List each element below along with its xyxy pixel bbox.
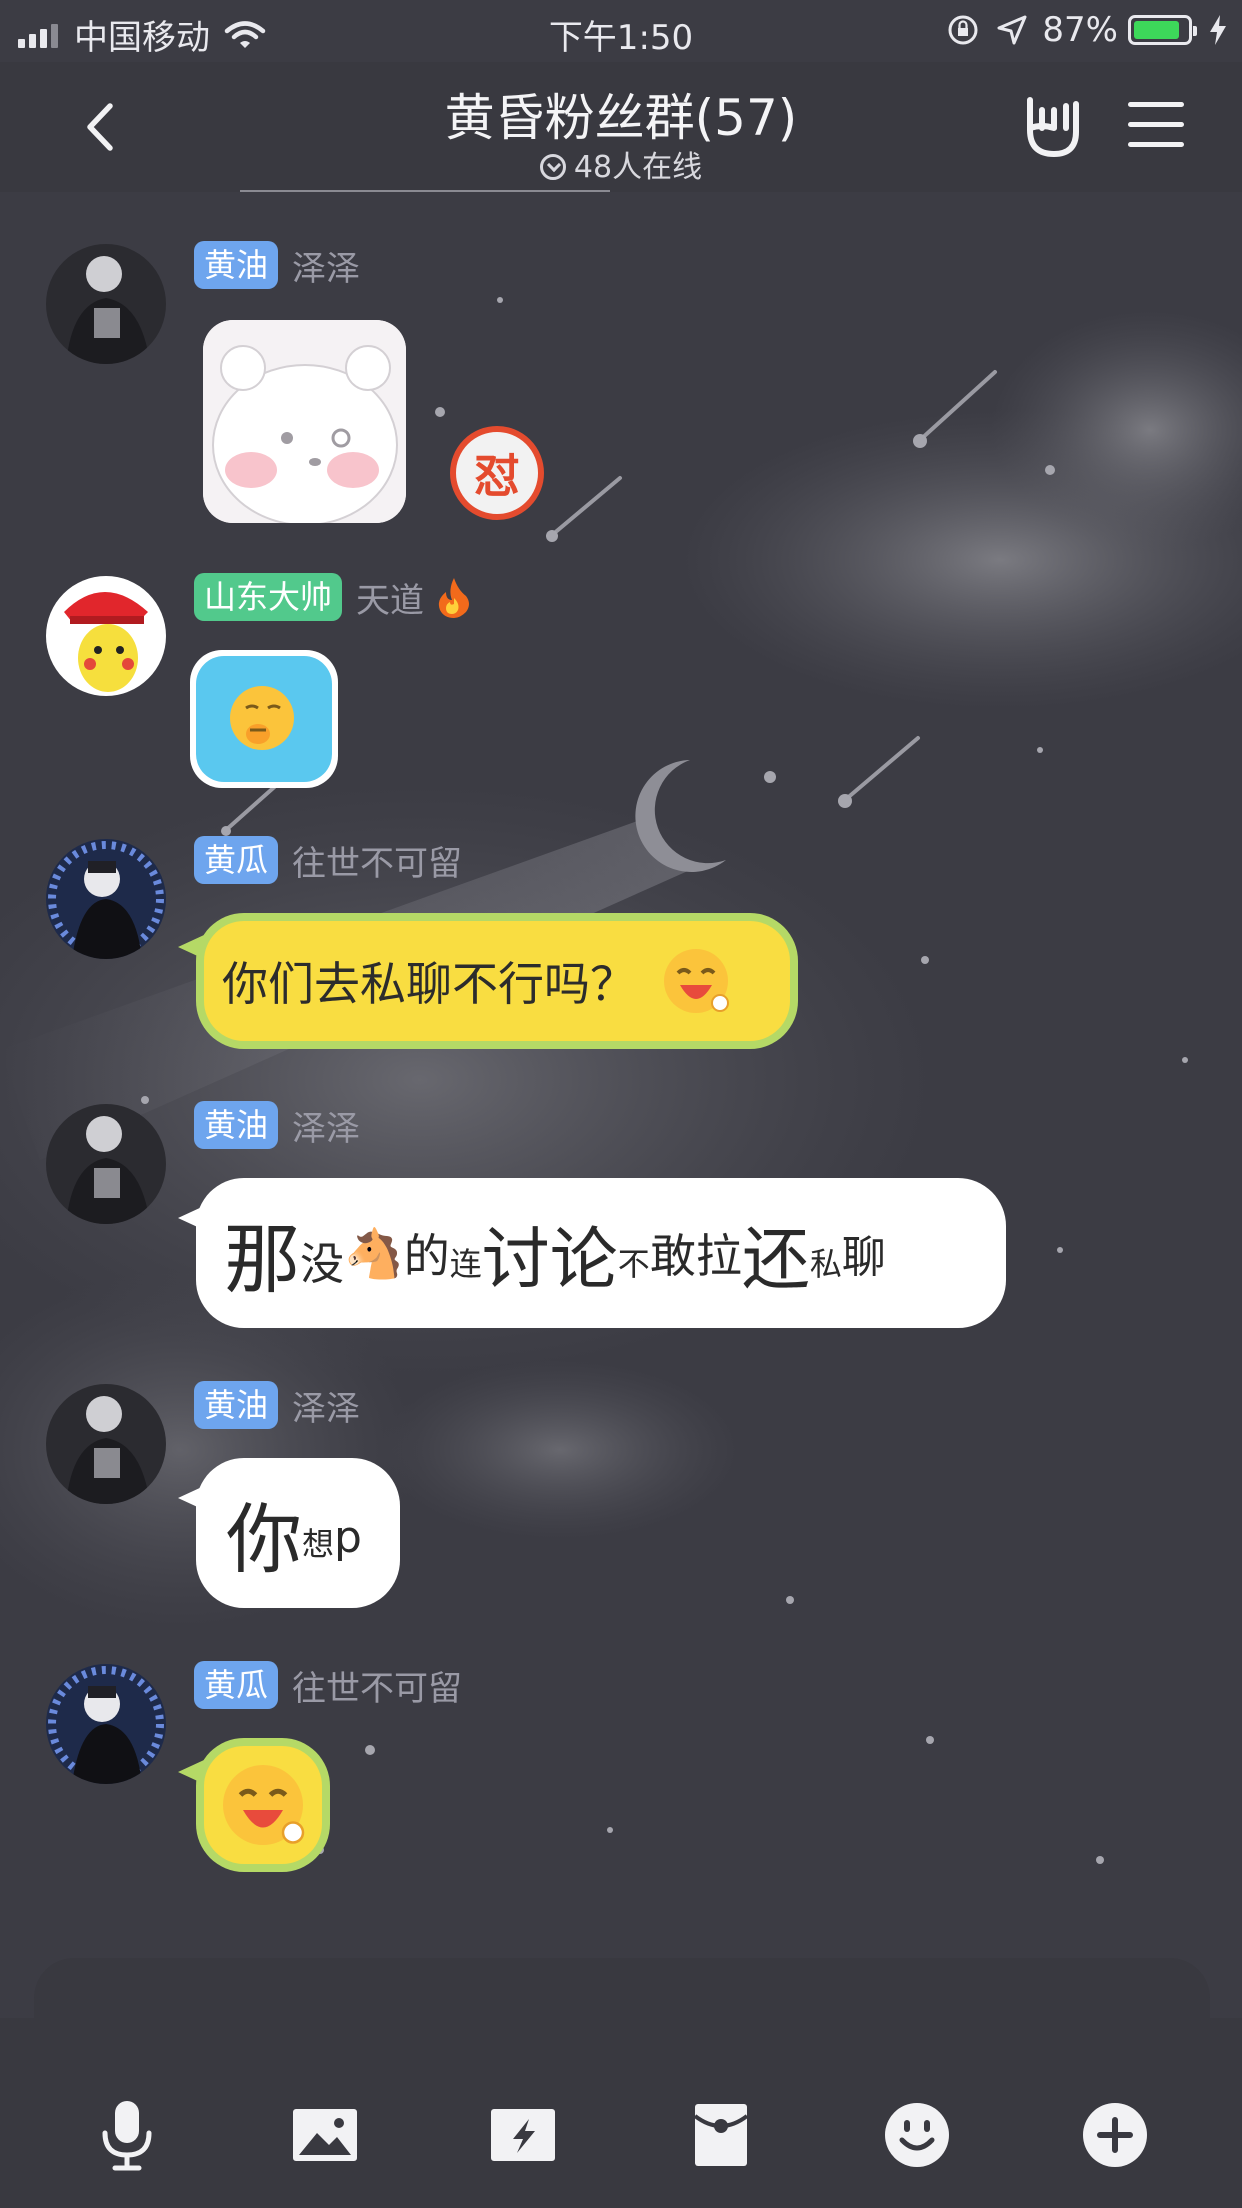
- message-text-segment: p: [334, 1511, 362, 1563]
- microphone-icon: [102, 2101, 152, 2171]
- emoji-sticker-message[interactable]: [190, 650, 338, 788]
- avatar-image: [46, 1384, 166, 1504]
- horse-emoji: 🐴: [344, 1225, 404, 1282]
- message-text-segment: 讨论: [481, 1220, 618, 1300]
- message-text-segment: 你: [226, 1495, 302, 1584]
- message-text-segment: 敢拉: [649, 1229, 742, 1283]
- avatar-image: [46, 244, 166, 364]
- avatar[interactable]: [46, 839, 166, 959]
- battery-icon: [1128, 15, 1197, 45]
- member-title-badge: 黄油: [194, 1381, 279, 1429]
- sender-name[interactable]: 天道: [356, 573, 424, 622]
- sender-name[interactable]: 往世不可留: [292, 836, 462, 885]
- member-title-badge: 黄瓜: [194, 836, 279, 884]
- reaction-badge[interactable]: 怼: [450, 426, 544, 520]
- sticker-message[interactable]: [203, 320, 406, 523]
- avatar-image: [46, 1664, 166, 1784]
- avatar[interactable]: [46, 1104, 166, 1224]
- text-bubble[interactable]: 你 想 p: [178, 1458, 400, 1608]
- online-count-label: 48人在线: [573, 150, 703, 185]
- avatar[interactable]: [46, 576, 166, 696]
- red-packet-icon: [693, 2104, 749, 2166]
- nav-bar: 黄昏粉丝群(57) 48人在线: [0, 62, 1242, 192]
- message-text-segment: 没: [300, 1239, 344, 1290]
- message-text-segment: 私: [809, 1245, 842, 1283]
- divider: [240, 190, 610, 192]
- member-title-badge: 黄油: [194, 1101, 279, 1149]
- member-title-badge: 黄瓜: [194, 1661, 279, 1709]
- message-text-segment: 想: [302, 1525, 335, 1563]
- message-text: 你们去私聊不行吗？: [222, 957, 636, 1011]
- message-row: 黄瓜 往世不可留: [0, 1660, 1242, 1890]
- message-text-segment: 不: [617, 1245, 650, 1283]
- message-text-segment: 那: [224, 1215, 300, 1304]
- photo-button[interactable]: [290, 2100, 360, 2170]
- avatar[interactable]: [46, 244, 166, 364]
- laughing-face-icon: [223, 1765, 305, 1845]
- laughing-face-icon: [664, 949, 729, 1013]
- plus-icon: [1083, 2103, 1147, 2167]
- more-button[interactable]: [1080, 2100, 1150, 2170]
- member-title-badge: 黄油: [194, 241, 279, 289]
- avatar-image: [46, 839, 166, 959]
- message-row: 黄油 泽泽 你 想 p: [0, 1380, 1242, 1620]
- sticker-bubble-themed[interactable]: [178, 1738, 330, 1872]
- avatar-image: [46, 1104, 166, 1224]
- flash-photo-button[interactable]: [488, 2100, 558, 2170]
- sender-name[interactable]: 泽泽: [292, 241, 360, 290]
- bubble-tail: [178, 1760, 204, 1784]
- sender-name[interactable]: 泽泽: [292, 1101, 360, 1150]
- message-text-segment: 连: [449, 1245, 482, 1283]
- emoji-button[interactable]: [882, 2100, 952, 2170]
- orientation-lock-icon: [948, 15, 978, 45]
- reaction-label: 怼: [474, 449, 520, 503]
- text-bubble[interactable]: 那 没 🐴 的 连 讨论 不 敢拉 还 私 聊: [178, 1178, 1006, 1328]
- image-icon: [293, 2109, 357, 2161]
- message-text-segment: 聊: [841, 1232, 886, 1283]
- rock-hand-icon[interactable]: [1020, 92, 1084, 162]
- menu-button[interactable]: [1128, 102, 1184, 152]
- red-packet-button[interactable]: [686, 2100, 756, 2170]
- bottom-toolbar: [0, 2018, 1242, 2208]
- avatar[interactable]: [46, 1384, 166, 1504]
- bubble-tail: [178, 935, 204, 959]
- location-icon: [997, 15, 1027, 45]
- message-row: 黄油 泽泽 那 没 🐴 的 连 讨论 不 敢拉 还 私 聊: [0, 1100, 1242, 1340]
- message-text-segment: 还: [741, 1220, 810, 1300]
- bubble-inner: [204, 1746, 322, 1864]
- fire-icon: [438, 578, 470, 618]
- sender-name[interactable]: 泽泽: [292, 1381, 360, 1430]
- bear-sticker-image: [203, 320, 406, 523]
- thinking-face-sticker: [196, 656, 332, 782]
- status-bar: 中国移动 下午1:50 87%: [0, 0, 1242, 62]
- message-row: 黄瓜 往世不可留 你们去私聊不行吗？: [0, 835, 1242, 1055]
- sender-name[interactable]: 往世不可留: [292, 1661, 462, 1710]
- member-title-badge: 山东大帅: [194, 573, 343, 621]
- message-row: 山东大帅 天道: [0, 572, 1242, 792]
- message-row: 黄油 泽泽 怼: [0, 240, 1242, 540]
- avatar[interactable]: [46, 1664, 166, 1784]
- text-bubble-themed[interactable]: 你们去私聊不行吗？: [178, 913, 798, 1049]
- battery-percent: 87%: [1042, 10, 1118, 50]
- pikachu-avatar-image: [46, 576, 166, 696]
- emoji-icon: [885, 2103, 949, 2167]
- chevron-down-icon: [539, 154, 566, 180]
- voice-button[interactable]: [92, 2100, 162, 2171]
- charging-icon: [1210, 15, 1226, 45]
- flash-photo-icon: [491, 2109, 555, 2161]
- message-text-segment: 的: [403, 1229, 450, 1283]
- bubble-inner: 你们去私聊不行吗？: [204, 921, 790, 1041]
